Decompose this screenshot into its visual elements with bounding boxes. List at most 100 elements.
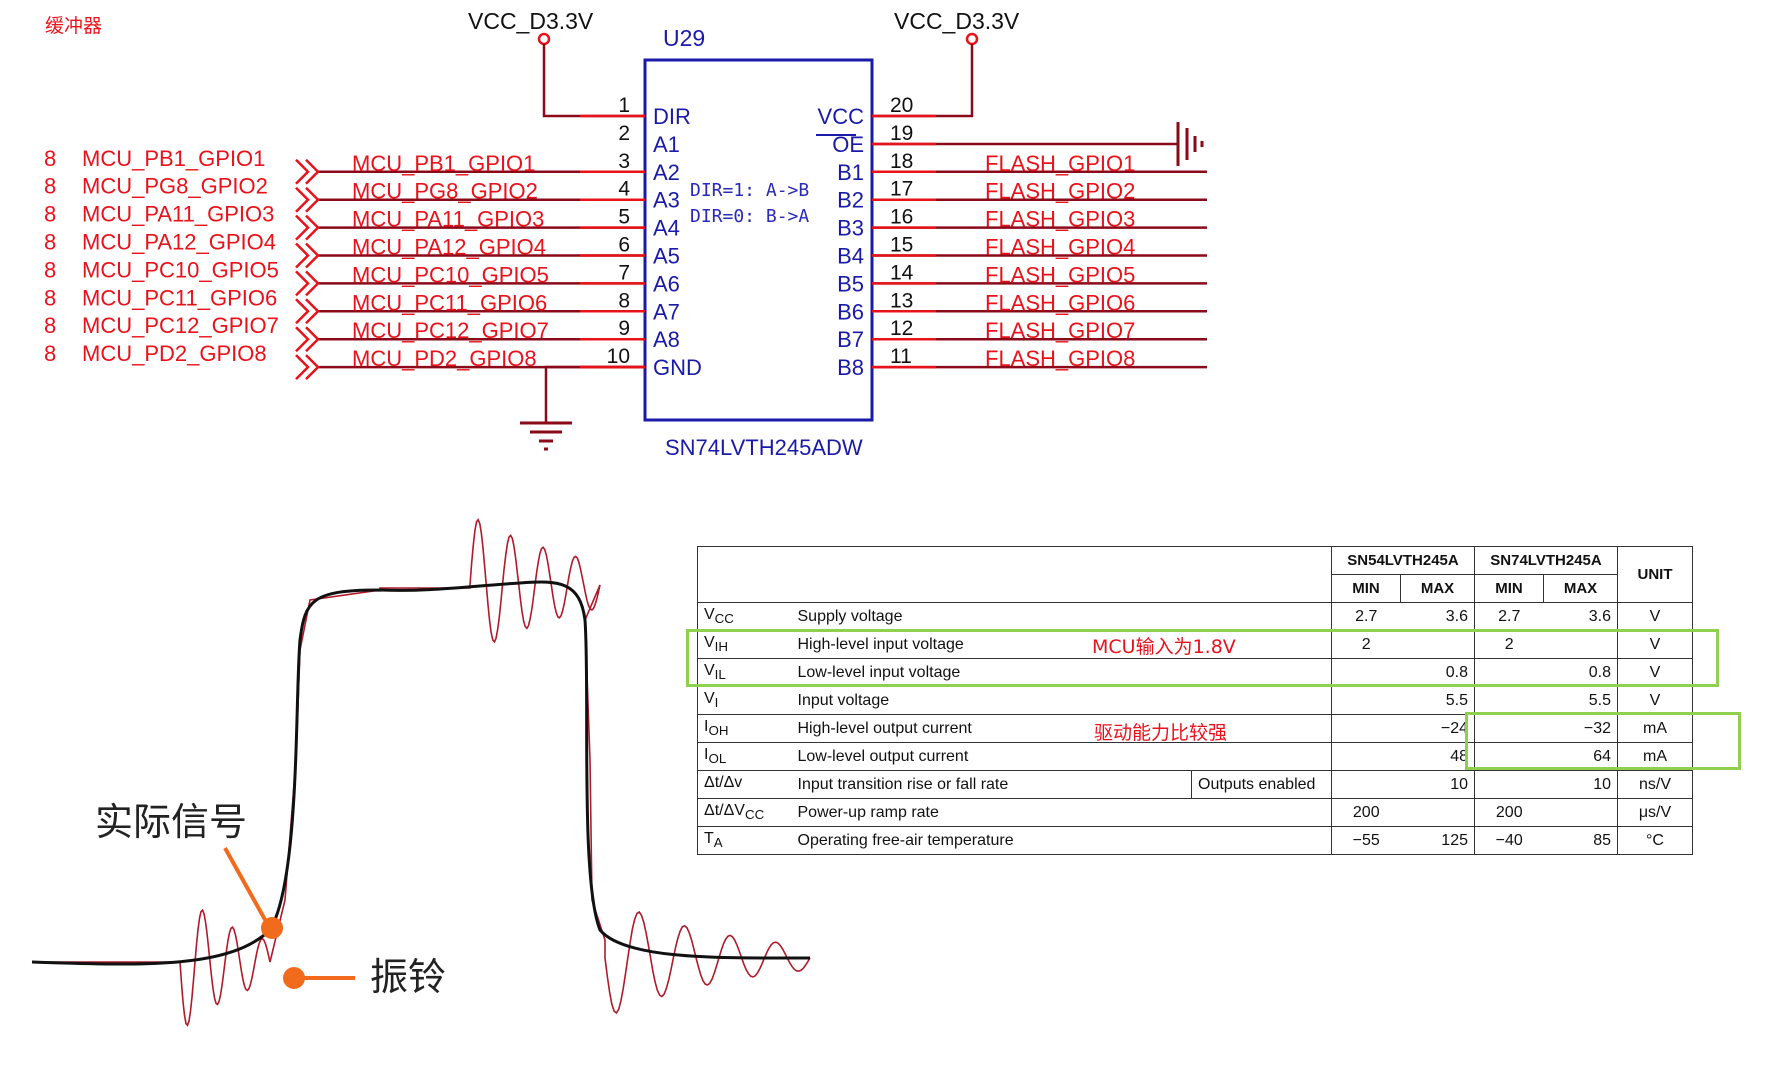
pin-name-right: B5 — [837, 271, 864, 296]
pin-number-right: 17 — [890, 178, 913, 201]
ringing-waveform-trace — [32, 518, 811, 1027]
net-label-left: MCU_PC10_GPIO5 — [352, 262, 549, 287]
param-description: Supply voltage — [791, 602, 1332, 631]
port-sheet-number: 8 — [44, 257, 56, 282]
port-name-left: MCU_PG8_GPIO2 — [82, 174, 268, 199]
actual-signal-label: 实际信号 — [95, 800, 247, 844]
net-label-right: FLASH_GPIO1 — [985, 151, 1135, 176]
symbol-sub: I — [714, 695, 719, 711]
net-label-left: MCU_PA11_GPIO3 — [352, 207, 544, 232]
header-min-2: MIN — [1474, 574, 1544, 603]
port-name-left: MCU_PA12_GPIO4 — [82, 230, 276, 255]
pin-number-left: 10 — [607, 345, 630, 368]
header-unit: UNIT — [1617, 546, 1693, 603]
net-label-right: FLASH_GPIO4 — [985, 235, 1135, 260]
port-sheet-number: 8 — [44, 230, 56, 255]
spec-row: VCC Supply voltage 2.7 3.6 2.7 3.6 V — [697, 602, 1693, 631]
power-label-right: VCC_D3.3V — [894, 8, 1020, 34]
direction-note-line1: DIR=1: A->B — [690, 180, 809, 201]
value-max-1: 125 — [1400, 826, 1475, 855]
param-description: High-level output current — [791, 714, 1332, 743]
symbol-main: T — [704, 830, 714, 848]
pin-name-right: B2 — [837, 188, 864, 213]
pin-number-left: 5 — [618, 206, 630, 229]
net-label-right: FLASH_GPIO7 — [985, 318, 1135, 343]
value-max-1: 10 — [1400, 770, 1475, 799]
direction-note-line2: DIR=0: B->A — [690, 206, 809, 227]
net-label-right: FLASH_GPIO3 — [985, 207, 1135, 232]
offsheet-port-icon — [295, 298, 320, 325]
actual-signal-marker-icon — [261, 917, 283, 939]
value-min-1 — [1331, 686, 1401, 715]
chip-pins-group: 1 DIR 20 VCC 2 A1 19 OE 3 A2 18 B1 4 A3 17 B2 5 A4 16 B3 6 A5… — [607, 94, 914, 380]
chip-reference: U29 — [663, 25, 705, 51]
pin-name-left: A4 — [653, 216, 680, 241]
param-description: Input voltage — [791, 686, 1332, 715]
pin-number-right: 18 — [890, 150, 913, 173]
value-min-1: 200 — [1331, 798, 1401, 827]
port-name-left: MCU_PA11_GPIO3 — [82, 202, 274, 227]
value-min-1 — [1331, 714, 1401, 743]
value-min-1: 2.7 — [1331, 602, 1401, 631]
value-min-2: −40 — [1474, 826, 1544, 855]
symbol-sub: CC — [744, 807, 765, 823]
value-max-1: −24 — [1400, 714, 1475, 743]
offsheet-port-icon — [295, 214, 320, 241]
offsheet-port-icon — [295, 242, 320, 269]
ringing-marker-icon — [283, 967, 305, 989]
pin-number-right: 12 — [890, 317, 913, 340]
value-min-1 — [1331, 770, 1401, 799]
port-name-left: MCU_PC12_GPIO7 — [82, 313, 279, 338]
pin-number-left: 8 — [618, 289, 630, 312]
ringing-label: 振铃 — [370, 955, 446, 999]
pin-number-left: 9 — [618, 317, 630, 340]
param-symbol: IOL — [697, 742, 792, 771]
value-max-1: 3.6 — [1400, 602, 1475, 631]
table-header-blank — [697, 546, 1332, 603]
buffer-title-label: 缓冲器 — [45, 15, 102, 37]
offsheet-port-icon — [295, 186, 320, 213]
param-description: Operating free-air temperature — [791, 826, 1332, 855]
value-max-1: 48 — [1400, 742, 1475, 771]
pin-name-right: OE — [832, 132, 864, 157]
offsheet-port-icon — [295, 158, 320, 185]
drive-strength-annotation: 驱动能力比较强 — [1094, 722, 1228, 744]
symbol-main: V — [704, 606, 715, 624]
chip-part-number: SN74LVTH245ADW — [665, 435, 863, 460]
pin-name-left: A3 — [653, 188, 680, 213]
wire-gnd-pin — [544, 365, 645, 423]
vih-annotation: MCU输入为1.8V — [1092, 636, 1236, 658]
pin-name-left: A5 — [653, 244, 680, 269]
pin-number-right: 14 — [890, 261, 914, 284]
param-condition: Outputs enabled — [1191, 770, 1332, 799]
wire-vcc-to-vcc-pin — [872, 44, 974, 118]
header-max-2: MAX — [1543, 574, 1618, 603]
port-sheet-number: 8 — [44, 285, 56, 310]
header-min-1: MIN — [1331, 574, 1401, 603]
pin-name-right: B6 — [837, 299, 864, 324]
net-label-left: MCU_PA12_GPIO4 — [352, 235, 546, 260]
value-max-2: 3.6 — [1543, 602, 1618, 631]
net-label-right: FLASH_GPIO2 — [985, 179, 1135, 204]
pin-number-left: 6 — [618, 234, 630, 257]
symbol-sub: OH — [708, 723, 729, 739]
header-max-1: MAX — [1400, 574, 1475, 603]
net-label-left: MCU_PD2_GPIO8 — [352, 346, 537, 371]
offsheet-port-icon — [295, 354, 320, 380]
value-max-1 — [1400, 798, 1475, 827]
symbol-sub: CC — [714, 611, 734, 627]
power-port-left-icon — [537, 32, 551, 46]
value-unit: V — [1617, 686, 1693, 715]
pin-name-left: A1 — [653, 132, 680, 157]
param-symbol: TA — [697, 826, 792, 855]
value-max-2: 5.5 — [1543, 686, 1618, 715]
pin-name-right: B3 — [837, 216, 864, 241]
param-symbol: Δt/ΔVCC — [697, 798, 792, 827]
pin-name-left: A2 — [653, 160, 680, 185]
pin-name-left: A6 — [653, 271, 680, 296]
net-label-left: MCU_PC12_GPIO7 — [352, 318, 549, 343]
pin-number-right: 19 — [890, 122, 913, 145]
pin-number-right: 16 — [890, 206, 913, 229]
value-unit: ns/V — [1617, 770, 1693, 799]
waveform-illustration: 实际信号 振铃 — [31, 518, 811, 1027]
